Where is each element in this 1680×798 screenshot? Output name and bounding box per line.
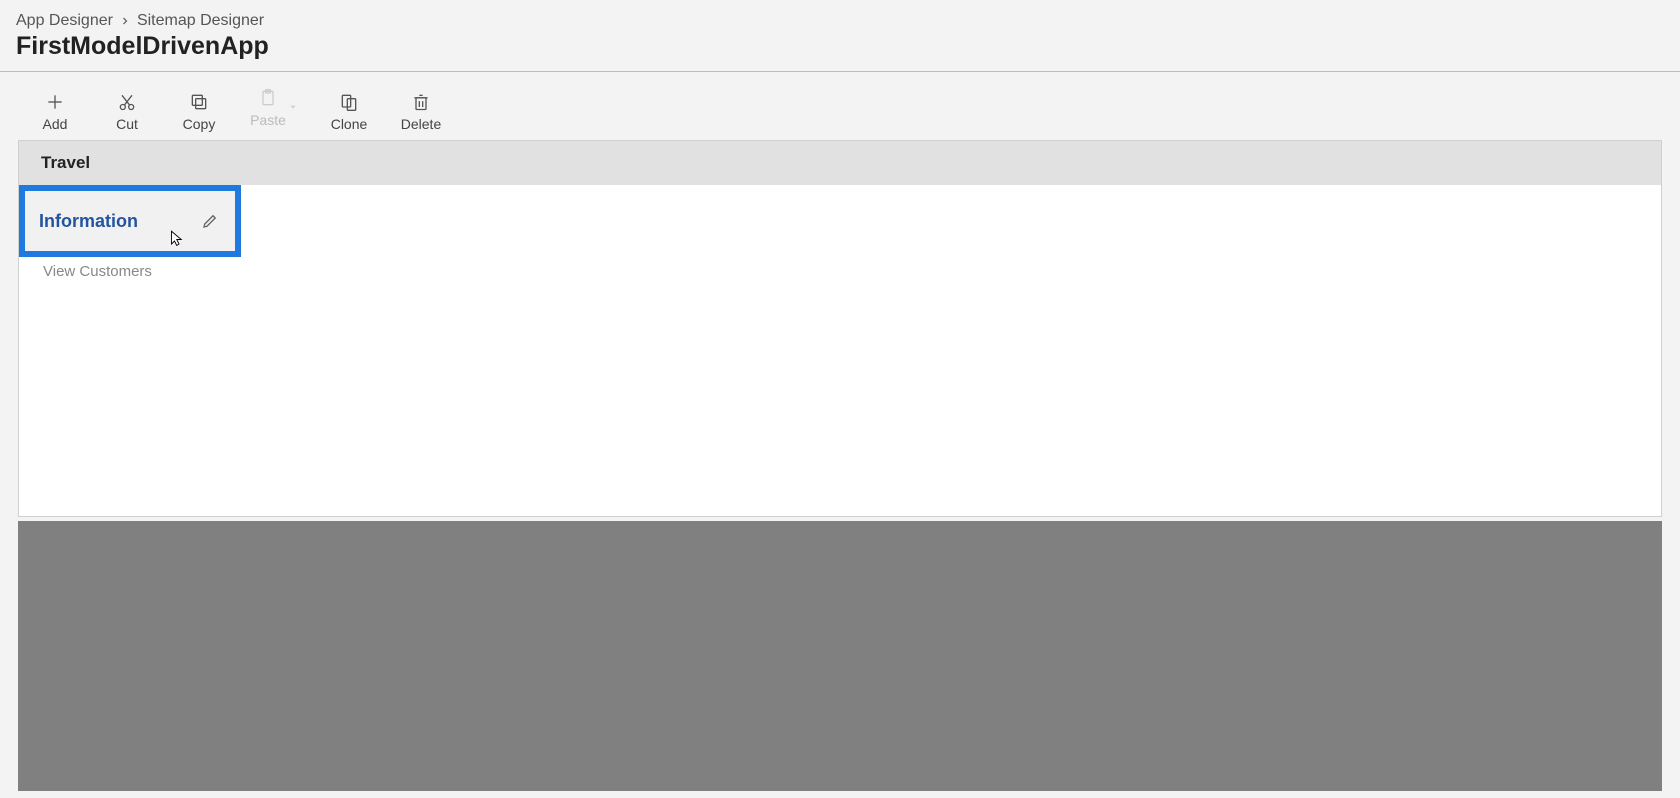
chevron-down-icon: [288, 99, 298, 115]
add-button[interactable]: Add: [28, 82, 82, 132]
breadcrumb-page[interactable]: Sitemap Designer: [137, 12, 264, 30]
toolbar-label: Clone: [331, 116, 368, 132]
breadcrumb-root[interactable]: App Designer: [16, 12, 113, 30]
toolbar-label: Delete: [401, 116, 441, 132]
paste-button: Paste: [244, 82, 304, 132]
pencil-icon[interactable]: [199, 210, 221, 232]
chevron-right-icon: [119, 15, 131, 27]
plus-icon: [43, 90, 67, 114]
bottom-panel: [18, 521, 1662, 791]
sitemap-subarea-tile[interactable]: View Customers: [43, 263, 152, 280]
breadcrumb: App Designer Sitemap Designer: [16, 12, 1664, 30]
sitemap-group-tile[interactable]: Information: [19, 185, 241, 257]
header-region: App Designer Sitemap Designer FirstModel…: [0, 0, 1680, 71]
toolbar-label: Cut: [116, 116, 138, 132]
clone-icon: [337, 90, 361, 114]
toolbar: Add Cut Copy Paste Clone: [0, 72, 1680, 140]
sitemap-canvas[interactable]: Information View Customers: [18, 185, 1662, 517]
page-title: FirstModelDrivenApp: [16, 32, 1664, 61]
paste-icon: [256, 86, 280, 110]
cursor-icon: [167, 227, 185, 249]
sitemap-canvas-region: Travel Information View Customers: [18, 140, 1662, 517]
toolbar-label: Copy: [183, 116, 216, 132]
toolbar-label: Add: [43, 116, 68, 132]
clone-button[interactable]: Clone: [322, 82, 376, 132]
sitemap-area-tile[interactable]: Travel: [18, 140, 1662, 185]
copy-icon: [187, 90, 211, 114]
copy-button[interactable]: Copy: [172, 82, 226, 132]
toolbar-label: Paste: [250, 112, 286, 128]
cut-button[interactable]: Cut: [100, 82, 154, 132]
group-label: Information: [39, 211, 138, 232]
delete-button[interactable]: Delete: [394, 82, 448, 132]
trash-icon: [409, 90, 433, 114]
cut-icon: [115, 90, 139, 114]
